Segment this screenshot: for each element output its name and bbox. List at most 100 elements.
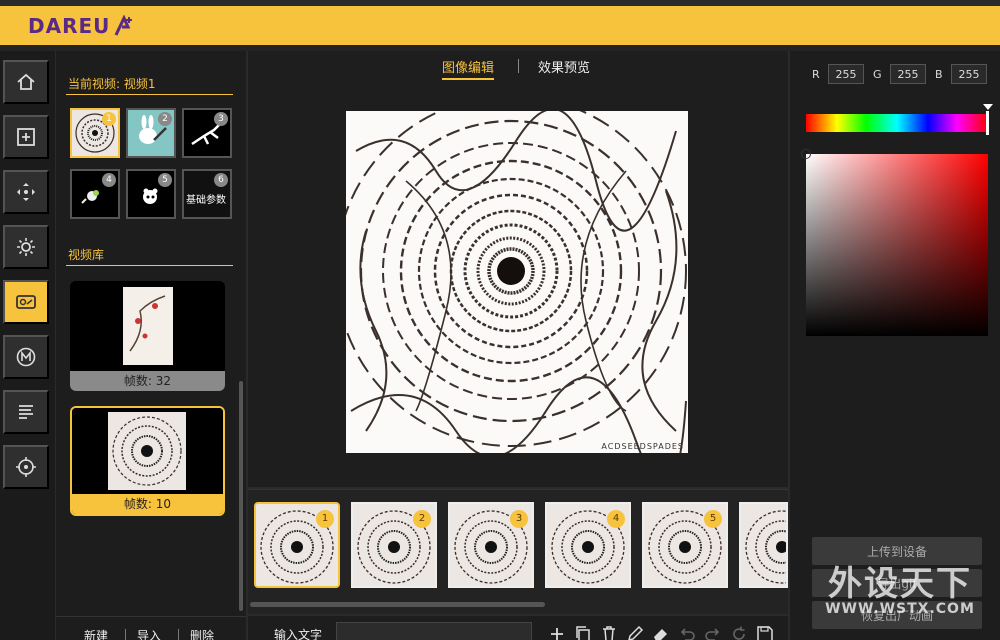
- logo-text: DAREU: [28, 14, 111, 38]
- frame-thumb-6-partial[interactable]: [739, 502, 788, 588]
- frame-strip: 1 2 3 4 5: [248, 489, 788, 614]
- frame-badge: 2: [413, 510, 431, 528]
- hue-slider-handle[interactable]: [986, 111, 989, 135]
- layer-thumb-5[interactable]: 5: [126, 169, 176, 219]
- library-actions: 新建 导入 删除: [56, 616, 246, 640]
- frame-badge: 5: [704, 510, 722, 528]
- text-input[interactable]: [336, 622, 532, 640]
- import-button[interactable]: 导入: [137, 627, 161, 640]
- move-icon: [17, 183, 35, 201]
- watermark-url: WWW.WSTX.COM: [825, 601, 975, 617]
- library-video-2[interactable]: 帧数: 10: [70, 406, 225, 516]
- canvas-watermark: ACDSEEDSPADES: [601, 442, 684, 451]
- frame-mandala: [741, 504, 786, 586]
- thumb-badge: 5: [158, 173, 172, 187]
- frame-badge: 3: [510, 510, 528, 528]
- tab-effect-preview[interactable]: 效果预览: [538, 57, 590, 76]
- home-icon: [17, 73, 35, 90]
- frame-thumb-2[interactable]: 2: [351, 502, 437, 588]
- layer-thumb-1[interactable]: 1: [70, 108, 120, 158]
- refresh-icon: [733, 626, 745, 640]
- b-label: B: [935, 68, 943, 81]
- sun-icon: [17, 238, 35, 256]
- mandala-image: [346, 111, 688, 453]
- frame-badge: 1: [316, 510, 334, 528]
- layer-thumb-2[interactable]: 2: [126, 108, 176, 158]
- nav-text-button[interactable]: [3, 390, 49, 434]
- dareu-logo: DAREU: [28, 14, 136, 38]
- frame-thumb-3[interactable]: 3: [448, 502, 534, 588]
- library-scrollbar[interactable]: [239, 381, 243, 611]
- tab-image-edit[interactable]: 图像编辑: [442, 57, 495, 80]
- edit-toolbar: 输入文字: [248, 616, 788, 640]
- r-label: R: [812, 68, 820, 81]
- nav-target-button[interactable]: [3, 445, 49, 489]
- frame-thumb-1[interactable]: 1: [254, 502, 340, 588]
- new-button[interactable]: 新建: [84, 627, 108, 640]
- r-input[interactable]: [828, 64, 864, 84]
- layer-thumb-4[interactable]: 4: [70, 169, 120, 219]
- mandala-library-thumbnail: [72, 408, 223, 494]
- basic-params-label: 基础参数: [186, 195, 226, 206]
- add-box-icon: [17, 128, 35, 146]
- delete-button[interactable]: 删除: [190, 627, 214, 640]
- plus-icon: [551, 628, 563, 640]
- hue-marker-icon: [983, 104, 993, 110]
- library-title: 视频库: [68, 248, 105, 262]
- frame-strip-scrollbar[interactable]: [250, 602, 545, 607]
- video-panel: 当前视频: 视频1 1 2 3 4 5 基础参数 6 视频库 帧数: 32 帧数…: [56, 51, 246, 640]
- nav-home-button[interactable]: [3, 60, 49, 104]
- text-lines-icon: [19, 405, 33, 419]
- nav-move-button[interactable]: [3, 170, 49, 214]
- add-frame-button[interactable]: [548, 625, 566, 640]
- copy-frame-button[interactable]: [574, 625, 592, 640]
- video-icon: [16, 295, 36, 309]
- refresh-button[interactable]: [730, 625, 748, 640]
- side-nav: [0, 51, 55, 640]
- save-icon: [757, 626, 773, 640]
- nav-brightness-button[interactable]: [3, 225, 49, 269]
- library-video-1[interactable]: 帧数: 32: [70, 281, 225, 391]
- trash-icon: [603, 626, 615, 640]
- pencil-icon: [628, 625, 644, 640]
- frame-thumb-5[interactable]: 5: [642, 502, 728, 588]
- text-input-label: 输入文字: [274, 628, 323, 640]
- pencil-button[interactable]: [626, 625, 644, 640]
- redo-button[interactable]: [704, 625, 722, 640]
- eraser-icon: [654, 629, 667, 640]
- image-canvas[interactable]: ACDSEEDSPADES: [346, 111, 688, 453]
- color-panel: R G B 上传到设备 导出gif 恢复出厂动画: [790, 51, 1000, 640]
- redo-icon: [705, 628, 720, 640]
- thumb-badge: 6: [214, 173, 228, 187]
- thumb-badge: 1: [102, 112, 116, 126]
- save-button[interactable]: [756, 625, 774, 640]
- delete-frame-button[interactable]: [600, 625, 618, 640]
- g-label: G: [873, 68, 882, 81]
- saturation-value-picker[interactable]: [806, 154, 988, 336]
- watermark-title: 外设天下: [828, 564, 972, 604]
- b-input[interactable]: [951, 64, 987, 84]
- painting-thumbnail: [70, 281, 225, 371]
- layer-thumb-6-basic-params[interactable]: 基础参数 6: [182, 169, 232, 219]
- thumb-badge: 3: [214, 112, 228, 126]
- frame-thumb-4[interactable]: 4: [545, 502, 631, 588]
- undo-icon: [680, 628, 695, 640]
- library-frame-count: 帧数: 10: [72, 494, 223, 514]
- layer-thumb-3[interactable]: 3: [182, 108, 232, 158]
- app-header: DAREU: [0, 6, 1000, 45]
- site-watermark: 外设天下 WWW.WSTX.COM: [805, 556, 995, 617]
- nav-video-button[interactable]: [3, 280, 49, 324]
- hue-slider[interactable]: [806, 114, 988, 132]
- undo-button[interactable]: [678, 625, 696, 640]
- g-input[interactable]: [890, 64, 926, 84]
- current-video-title: 当前视频: 视频1: [68, 77, 156, 91]
- library-frame-count: 帧数: 32: [70, 371, 225, 391]
- crosshair-icon: [16, 457, 36, 477]
- eraser-button[interactable]: [652, 625, 670, 640]
- thumb-badge: 4: [102, 173, 116, 187]
- nav-add-button[interactable]: [3, 115, 49, 159]
- picker-cursor[interactable]: [801, 149, 811, 159]
- nav-macro-button[interactable]: [3, 335, 49, 379]
- logo-mark-icon: [115, 15, 133, 36]
- m-circle-icon: [16, 347, 36, 367]
